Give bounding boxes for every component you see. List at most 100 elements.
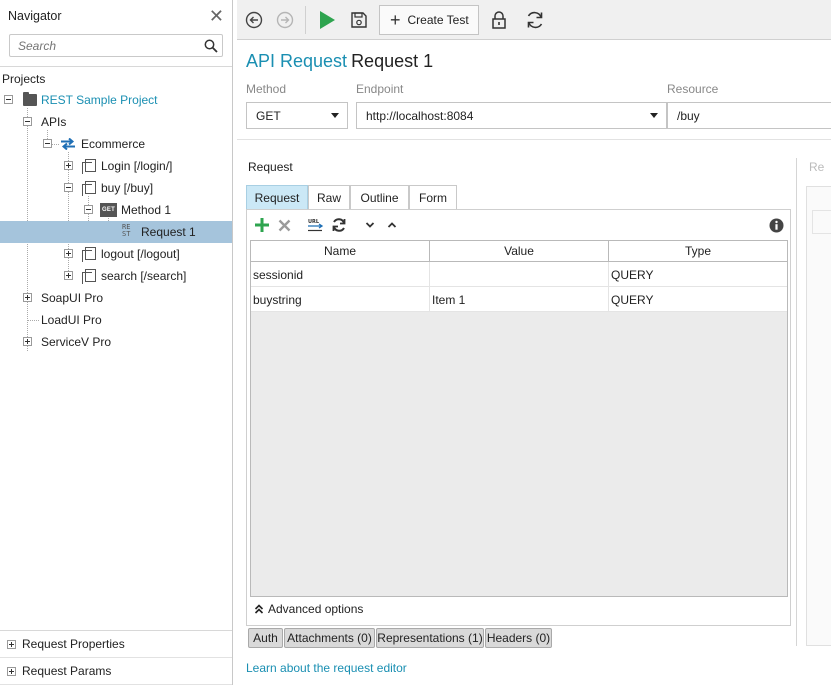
api-exchange-icon bbox=[61, 138, 75, 150]
resource-icon bbox=[82, 159, 96, 174]
tab-label: Attachments (0) bbox=[287, 631, 372, 645]
param-type-cell[interactable]: QUERY bbox=[609, 287, 787, 312]
back-button[interactable] bbox=[242, 8, 266, 32]
method-label: Method bbox=[246, 82, 287, 96]
svg-text:URL: URL bbox=[308, 219, 320, 225]
param-type-cell[interactable]: QUERY bbox=[609, 262, 787, 287]
move-down-button[interactable] bbox=[361, 216, 379, 234]
expand-icon[interactable] bbox=[7, 639, 16, 649]
column-header-label: Name bbox=[323, 244, 356, 258]
param-name-cell[interactable]: sessionid bbox=[251, 262, 430, 287]
add-param-button[interactable] bbox=[253, 216, 271, 234]
url-params-button[interactable]: URL bbox=[306, 216, 324, 234]
tree-item-label: Method 1 bbox=[121, 203, 172, 217]
lock-button[interactable] bbox=[487, 8, 511, 32]
column-header-name[interactable]: Name bbox=[251, 241, 430, 262]
header-divider bbox=[237, 139, 831, 140]
remove-param-button[interactable] bbox=[275, 216, 293, 234]
tree-item-loadui-pro[interactable]: LoadUI Pro bbox=[0, 309, 232, 331]
tab-auth[interactable]: Auth bbox=[248, 628, 283, 648]
param-name-cell[interactable]: buystring bbox=[251, 287, 430, 312]
response-panel-field bbox=[812, 210, 831, 234]
expand-icon[interactable] bbox=[64, 161, 73, 170]
expand-icon[interactable] bbox=[7, 666, 16, 676]
collapse-icon[interactable] bbox=[84, 205, 93, 214]
table-row[interactable]: sessionid QUERY bbox=[251, 262, 787, 287]
tree-item-method-1[interactable]: GET Method 1 bbox=[0, 199, 232, 221]
tree-item-apis[interactable]: APIs bbox=[0, 111, 232, 133]
advanced-options-label: Advanced options bbox=[268, 602, 364, 616]
tab-headers[interactable]: Headers (0) bbox=[485, 628, 552, 648]
advanced-options-toggle[interactable]: Advanced options bbox=[254, 602, 363, 616]
info-button[interactable] bbox=[767, 216, 785, 234]
resource-icon bbox=[82, 247, 96, 262]
panel-label: Request Properties bbox=[22, 637, 125, 651]
toolbar-separator bbox=[305, 6, 306, 34]
tab-label: Outline bbox=[360, 191, 399, 205]
double-chevron-up-icon bbox=[254, 604, 264, 614]
table-row[interactable]: buystring Item 1 QUERY bbox=[251, 287, 787, 312]
navigator-search-input[interactable] bbox=[18, 38, 204, 53]
create-test-button[interactable]: + Create Test bbox=[379, 5, 479, 35]
resource-field[interactable]: /buy bbox=[667, 102, 831, 129]
resource-label: Resource bbox=[667, 82, 719, 96]
panel-label: Request Params bbox=[22, 664, 112, 678]
expand-icon[interactable] bbox=[23, 337, 32, 346]
column-header-label: Type bbox=[684, 244, 711, 258]
sync-params-button[interactable] bbox=[330, 216, 348, 234]
tree-item-label: Request 1 bbox=[141, 225, 196, 239]
request-params-panel[interactable]: Request Params bbox=[0, 658, 232, 685]
tab-raw[interactable]: Raw bbox=[308, 185, 350, 210]
expand-icon[interactable] bbox=[64, 249, 73, 258]
method-select[interactable]: GET bbox=[246, 102, 348, 129]
tab-outline[interactable]: Outline bbox=[350, 185, 409, 210]
endpoint-select[interactable]: http://localhost:8084 bbox=[356, 102, 667, 129]
refresh-button[interactable] bbox=[523, 8, 547, 32]
column-header-value[interactable]: Value bbox=[430, 241, 609, 262]
expand-icon[interactable] bbox=[23, 293, 32, 302]
close-icon[interactable]: ✕ bbox=[209, 7, 224, 25]
refresh-icon bbox=[527, 11, 543, 29]
save-button[interactable] bbox=[347, 8, 371, 32]
tree-item-search[interactable]: search [/search] bbox=[0, 265, 232, 287]
tab-attachments[interactable]: Attachments (0) bbox=[284, 628, 375, 648]
panel-splitter[interactable] bbox=[796, 158, 797, 646]
tab-request[interactable]: Request bbox=[246, 185, 308, 210]
tab-representations[interactable]: Representations (1) bbox=[376, 628, 484, 648]
move-up-button[interactable] bbox=[383, 216, 401, 234]
tree-item-login[interactable]: Login [/login/] bbox=[0, 155, 232, 177]
search-icon[interactable] bbox=[204, 39, 218, 53]
resource-icon bbox=[82, 269, 96, 284]
collapse-icon[interactable] bbox=[23, 117, 32, 126]
tree-item-servicev-pro[interactable]: ServiceV Pro bbox=[0, 331, 232, 353]
param-value-cell[interactable]: Item 1 bbox=[430, 287, 609, 312]
forward-button[interactable] bbox=[273, 8, 297, 32]
tree-item-logout[interactable]: logout [/logout] bbox=[0, 243, 232, 265]
tab-label: Headers (0) bbox=[486, 631, 551, 645]
collapse-icon[interactable] bbox=[43, 139, 52, 148]
folder-icon bbox=[23, 92, 37, 106]
tree-item-buy[interactable]: buy [/buy] bbox=[0, 177, 232, 199]
column-header-type[interactable]: Type bbox=[609, 241, 787, 262]
collapse-icon[interactable] bbox=[64, 183, 73, 192]
request-properties-panel[interactable]: Request Properties bbox=[0, 631, 232, 658]
arrow-right-icon bbox=[276, 11, 294, 29]
tree-item-label: Ecommerce bbox=[81, 137, 146, 151]
collapse-icon[interactable] bbox=[4, 95, 13, 104]
tab-label: Auth bbox=[253, 631, 278, 645]
editor-item-name: Request 1 bbox=[351, 51, 434, 71]
tree-item-ecommerce[interactable]: Ecommerce bbox=[0, 133, 232, 155]
learn-request-editor-link[interactable]: Learn about the request editor bbox=[246, 661, 407, 675]
projects-label: Projects bbox=[2, 72, 46, 86]
tree-item-label: search [/search] bbox=[101, 269, 187, 283]
tab-form[interactable]: Form bbox=[409, 185, 457, 210]
param-value-cell[interactable] bbox=[430, 262, 609, 287]
expand-icon[interactable] bbox=[64, 271, 73, 280]
lock-icon bbox=[492, 11, 506, 29]
tree-item-rest-sample-project[interactable]: REST Sample Project bbox=[0, 89, 232, 111]
tree-item-request-1[interactable]: RE ST Request 1 bbox=[0, 221, 232, 243]
sync-icon bbox=[332, 218, 346, 232]
tree-item-label: REST Sample Project bbox=[41, 93, 158, 107]
run-button[interactable] bbox=[315, 8, 339, 32]
tree-item-soapui-pro[interactable]: SoapUI Pro bbox=[0, 287, 232, 309]
